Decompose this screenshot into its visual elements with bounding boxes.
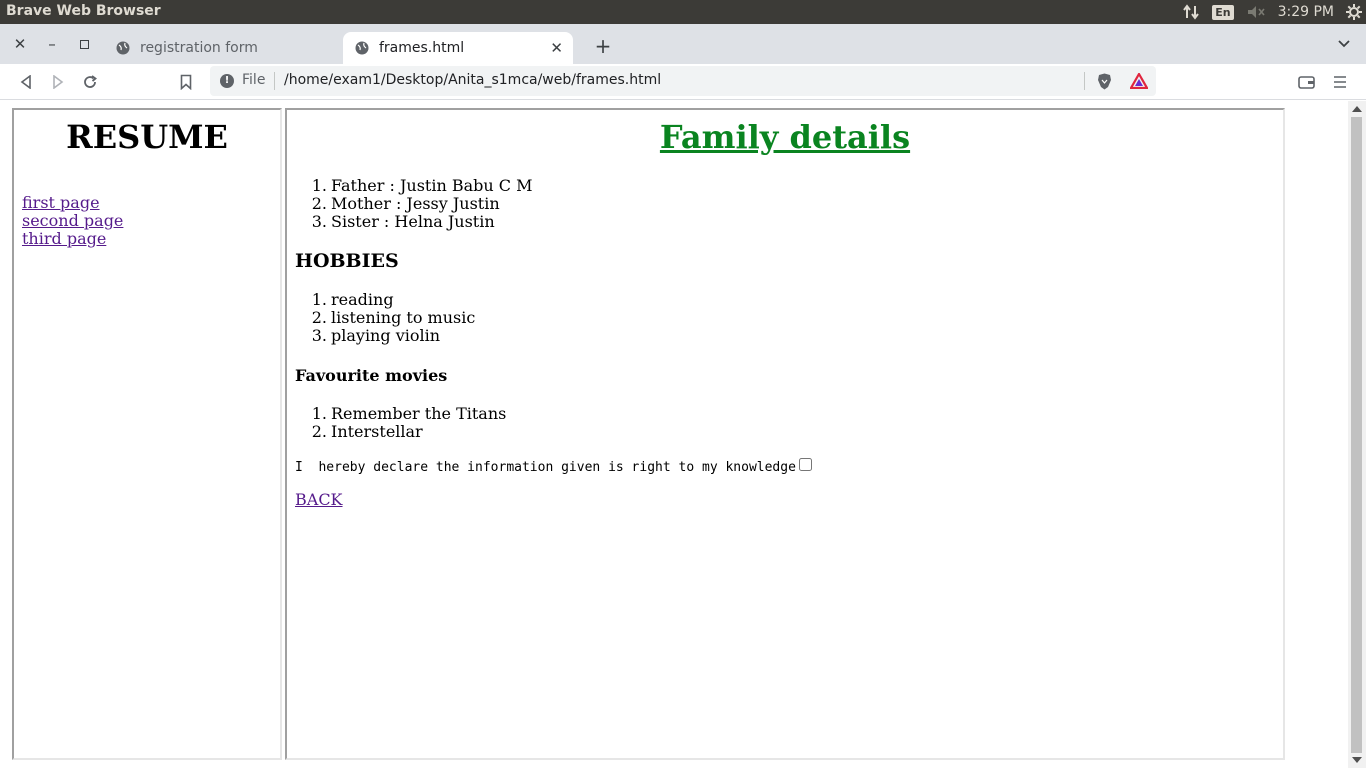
page-scrollbar[interactable]: [1348, 101, 1366, 768]
bookmark-icon[interactable]: [174, 70, 198, 94]
brave-rewards-triangle-icon[interactable]: [1129, 71, 1149, 93]
list-item: 1. Father : Justin Babu C M: [311, 176, 533, 195]
keyboard-language-indicator[interactable]: En: [1212, 0, 1234, 24]
close-tab-icon[interactable]: ✕: [550, 39, 563, 57]
right-frame: Family details 1. Father : Justin Babu C …: [285, 108, 1285, 760]
back-arrow-icon[interactable]: [14, 70, 38, 94]
window-title: Brave Web Browser: [6, 3, 161, 19]
tab-label: frames.html: [379, 40, 465, 56]
left-frame: RESUME first page second page third page: [12, 108, 282, 760]
os-top-bar: Brave Web Browser En 3:29 PM: [0, 0, 1366, 24]
list-item: 2. listening to music: [311, 308, 476, 327]
browser-toolbar: ! File /home/exam1/Desktop/Anita_s1mca/w…: [0, 64, 1366, 100]
address-divider: [274, 72, 275, 90]
list-item: 3. Sister : Helna Justin: [311, 212, 495, 231]
tab-registration-form[interactable]: registration form: [104, 32, 334, 64]
address-divider: [1084, 72, 1085, 90]
tab-search-chevron-icon[interactable]: [1338, 36, 1350, 52]
side-navigation: first page second page third page: [22, 194, 123, 248]
third-page-link[interactable]: third page: [22, 230, 123, 248]
movies-list: 1. Remember the Titans 2. Interstellar: [311, 404, 507, 441]
language-label: En: [1212, 4, 1234, 20]
page-viewport: RESUME first page second page third page…: [0, 101, 1348, 768]
list-item: 2. Mother : Jessy Justin: [311, 194, 500, 213]
tab-strip: ✕ – registration form frames.html ✕ +: [0, 24, 1366, 64]
family-list: 1. Father : Justin Babu C M 2. Mother : Je…: [311, 176, 533, 231]
reload-icon[interactable]: [78, 70, 102, 94]
minimize-window-icon[interactable]: –: [40, 32, 64, 56]
list-item: 1. Remember the Titans: [311, 404, 507, 423]
list-item: 3. playing violin: [311, 326, 441, 345]
favourite-movies-heading: Favourite movies: [295, 366, 448, 385]
declaration-checkbox[interactable]: [798, 458, 812, 471]
second-page-link[interactable]: second page: [22, 212, 123, 230]
list-item: 2. Interstellar: [311, 422, 423, 441]
forward-arrow-icon[interactable]: [46, 70, 70, 94]
brave-shields-lion-icon[interactable]: [1096, 73, 1113, 94]
volume-muted-icon[interactable]: [1246, 0, 1266, 24]
clock[interactable]: 3:29 PM: [1278, 0, 1334, 24]
scroll-up-arrow-icon[interactable]: [1352, 106, 1362, 112]
url-text[interactable]: /home/exam1/Desktop/Anita_s1mca/web/fram…: [284, 72, 661, 88]
list-item: 1. reading: [311, 290, 394, 309]
family-details-heading: Family details: [659, 118, 911, 156]
site-info-icon[interactable]: !: [220, 74, 234, 88]
maximize-window-icon[interactable]: [72, 32, 96, 56]
tab-frames-html[interactable]: frames.html ✕: [343, 32, 573, 64]
scrollbar-thumb[interactable]: [1351, 117, 1362, 753]
tab-label: registration form: [140, 40, 258, 56]
system-tray: En 3:29 PM: [1182, 0, 1366, 24]
settings-gear-icon[interactable]: [1346, 0, 1362, 24]
globe-icon: [355, 41, 369, 55]
declaration-text: I hereby declare the information given i…: [295, 460, 796, 475]
first-page-link[interactable]: first page: [22, 194, 123, 212]
globe-icon: [116, 41, 130, 55]
menu-hamburger-icon[interactable]: [1328, 70, 1352, 94]
resume-heading: RESUME: [66, 118, 228, 156]
address-bar[interactable]: ! File /home/exam1/Desktop/Anita_s1mca/w…: [210, 66, 1156, 96]
hobbies-heading: HOBBIES: [295, 250, 399, 272]
network-icon[interactable]: [1182, 0, 1200, 24]
close-window-icon[interactable]: ✕: [8, 32, 32, 56]
wallet-icon[interactable]: [1294, 70, 1318, 94]
back-link[interactable]: BACK: [295, 490, 343, 509]
scroll-down-arrow-icon[interactable]: [1352, 757, 1362, 763]
scheme-label: File: [242, 72, 266, 88]
new-tab-plus-icon[interactable]: +: [591, 34, 615, 58]
hobbies-list: 1. reading 2. listening to music 3. playing…: [311, 290, 476, 345]
declaration-row: I hereby declare the information given i…: [295, 458, 812, 475]
